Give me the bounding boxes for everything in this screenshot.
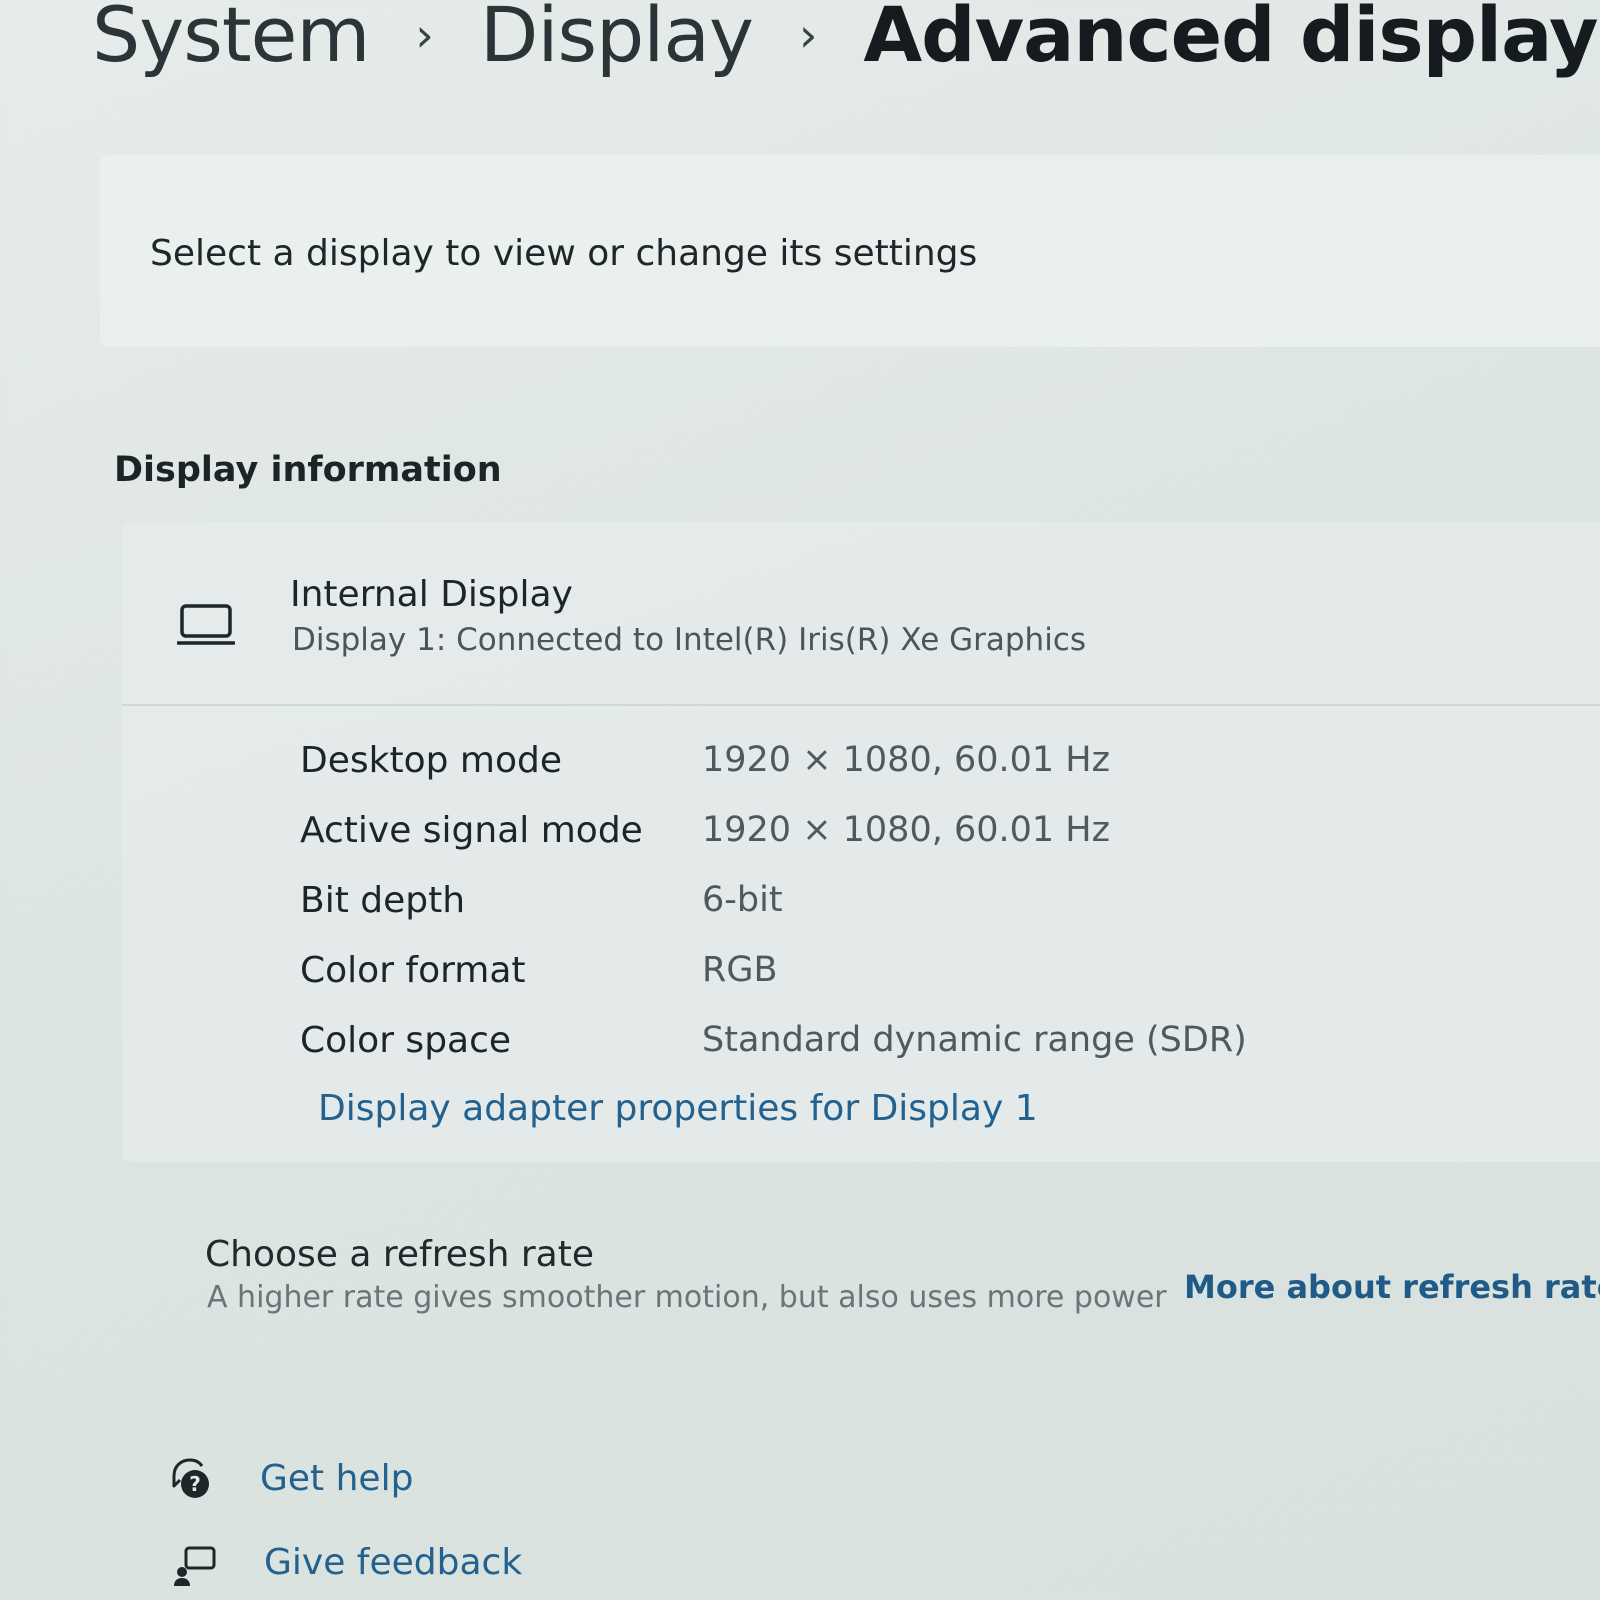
laptop-icon — [176, 602, 236, 646]
display-adapter-properties-link[interactable]: Display adapter properties for Display 1 — [318, 1088, 1038, 1129]
svg-text:?: ? — [189, 1472, 201, 1496]
refresh-rate-description: A higher rate gives smoother motion, but… — [207, 1280, 1167, 1315]
property-label: Desktop mode — [300, 740, 563, 781]
give-feedback-label: Give feedback — [264, 1542, 523, 1583]
page-title: Advanced display — [863, 0, 1598, 79]
property-value: Standard dynamic range (SDR) — [702, 1020, 1247, 1060]
display-info-header: Internal Display Display 1: Connected to… — [122, 522, 1600, 706]
display-name: Internal Display — [290, 574, 573, 615]
give-feedback-link[interactable]: Give feedback — [172, 1538, 572, 1594]
property-value: 1920 × 1080, 60.01 Hz — [702, 810, 1110, 850]
select-display-card[interactable]: Select a display to view or change its s… — [100, 155, 1600, 347]
feedback-icon — [172, 1542, 218, 1588]
breadcrumb: System › Display › Advanced display — [92, 0, 1599, 79]
select-display-text: Select a display to view or change its s… — [150, 233, 978, 274]
property-label: Color space — [300, 1020, 512, 1061]
more-about-refresh-rate-link[interactable]: More about refresh rate — [1184, 1268, 1600, 1306]
display-information-card: Internal Display Display 1: Connected to… — [122, 522, 1600, 1162]
breadcrumb-system[interactable]: System — [92, 0, 370, 79]
display-information-heading: Display information — [114, 450, 502, 490]
breadcrumb-separator-icon: › — [415, 8, 434, 62]
property-label: Color format — [300, 950, 526, 991]
breadcrumb-separator-icon: › — [798, 8, 818, 62]
help-icon: ? — [168, 1456, 214, 1502]
get-help-label: Get help — [260, 1458, 414, 1499]
property-label: Active signal mode — [300, 810, 643, 851]
property-value: RGB — [702, 950, 778, 990]
refresh-rate-title: Choose a refresh rate — [205, 1234, 594, 1275]
property-value: 6-bit — [702, 880, 783, 920]
property-label: Bit depth — [300, 880, 466, 921]
display-subtitle: Display 1: Connected to Intel(R) Iris(R)… — [292, 622, 1087, 658]
breadcrumb-display[interactable]: Display — [480, 0, 754, 79]
property-value: 1920 × 1080, 60.01 Hz — [702, 740, 1110, 780]
get-help-link[interactable]: ? Get help — [168, 1452, 568, 1508]
